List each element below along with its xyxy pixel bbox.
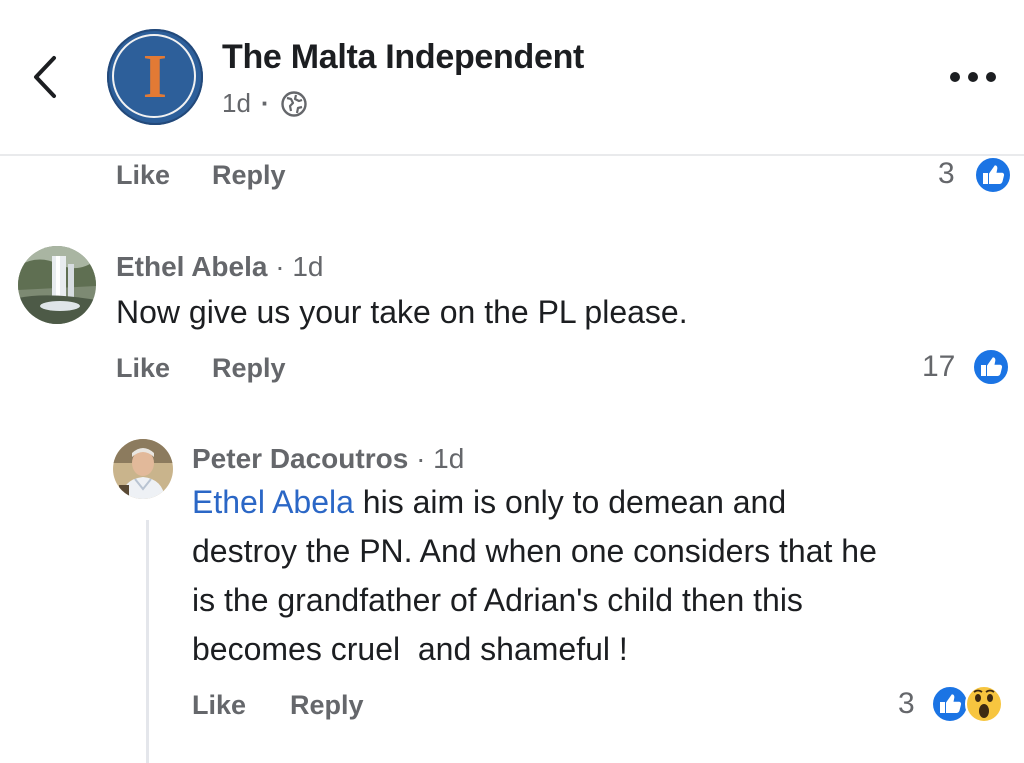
reply-button[interactable]: Reply bbox=[290, 690, 364, 721]
header-divider bbox=[0, 154, 1024, 156]
post-header: I The Malta Independent 1d · bbox=[0, 0, 1024, 154]
like-reaction-icon[interactable] bbox=[971, 347, 1011, 387]
comment-author-line: Peter Dacoutros · 1d bbox=[192, 443, 464, 475]
back-chevron-icon bbox=[34, 56, 56, 98]
reaction-count: 17 bbox=[922, 350, 956, 383]
profile-photo bbox=[113, 439, 173, 499]
reply-button[interactable]: Reply bbox=[212, 353, 286, 384]
comment-line: destroy the PN. And when one considers t… bbox=[192, 533, 877, 569]
comment-line: Ethel Abela his aim is only to demean an… bbox=[192, 478, 877, 527]
page-name[interactable]: The Malta Independent bbox=[222, 38, 584, 77]
commenter-avatar[interactable] bbox=[18, 246, 96, 324]
comment-line: becomes cruel and shameful ! bbox=[192, 631, 628, 667]
like-button[interactable]: Like bbox=[116, 160, 170, 191]
comment-text: Now give us your take on the PL please. bbox=[116, 294, 688, 330]
meta-separator: · bbox=[260, 88, 270, 118]
comment-time: · 1d bbox=[416, 443, 465, 474]
more-options-icon bbox=[950, 72, 996, 82]
mention-link[interactable]: Ethel Abela bbox=[192, 484, 354, 520]
comment-time: · 1d bbox=[275, 251, 324, 282]
wow-reaction-icon[interactable] bbox=[964, 684, 1004, 724]
comment-author[interactable]: Ethel Abela bbox=[116, 251, 267, 282]
waterfall-photo bbox=[18, 246, 96, 324]
like-reaction-icon[interactable] bbox=[973, 155, 1013, 195]
reaction-count: 3 bbox=[938, 157, 955, 190]
more-options-button[interactable] bbox=[948, 66, 998, 88]
comment-line: is the grandfather of Adrian's child the… bbox=[192, 582, 803, 618]
reaction-count: 3 bbox=[898, 687, 915, 720]
like-button[interactable]: Like bbox=[192, 690, 246, 721]
reply-thread-line bbox=[146, 520, 149, 763]
globe-icon bbox=[280, 90, 307, 117]
comment-author[interactable]: Peter Dacoutros bbox=[192, 443, 408, 474]
comment-line-text: his aim is only to demean and bbox=[362, 484, 787, 520]
reply-button[interactable]: Reply bbox=[212, 160, 286, 191]
page-avatar[interactable]: I bbox=[107, 29, 203, 125]
commenter-avatar[interactable] bbox=[113, 439, 173, 499]
like-button[interactable]: Like bbox=[116, 353, 170, 384]
back-button[interactable] bbox=[26, 52, 66, 102]
comment-author-line: Ethel Abela · 1d bbox=[116, 251, 323, 283]
avatar-logo-letter: I bbox=[142, 43, 168, 111]
post-age: 1d bbox=[222, 88, 251, 118]
post-meta: 1d · bbox=[222, 88, 308, 119]
comment-text: Ethel Abela his aim is only to demean an… bbox=[192, 478, 877, 674]
